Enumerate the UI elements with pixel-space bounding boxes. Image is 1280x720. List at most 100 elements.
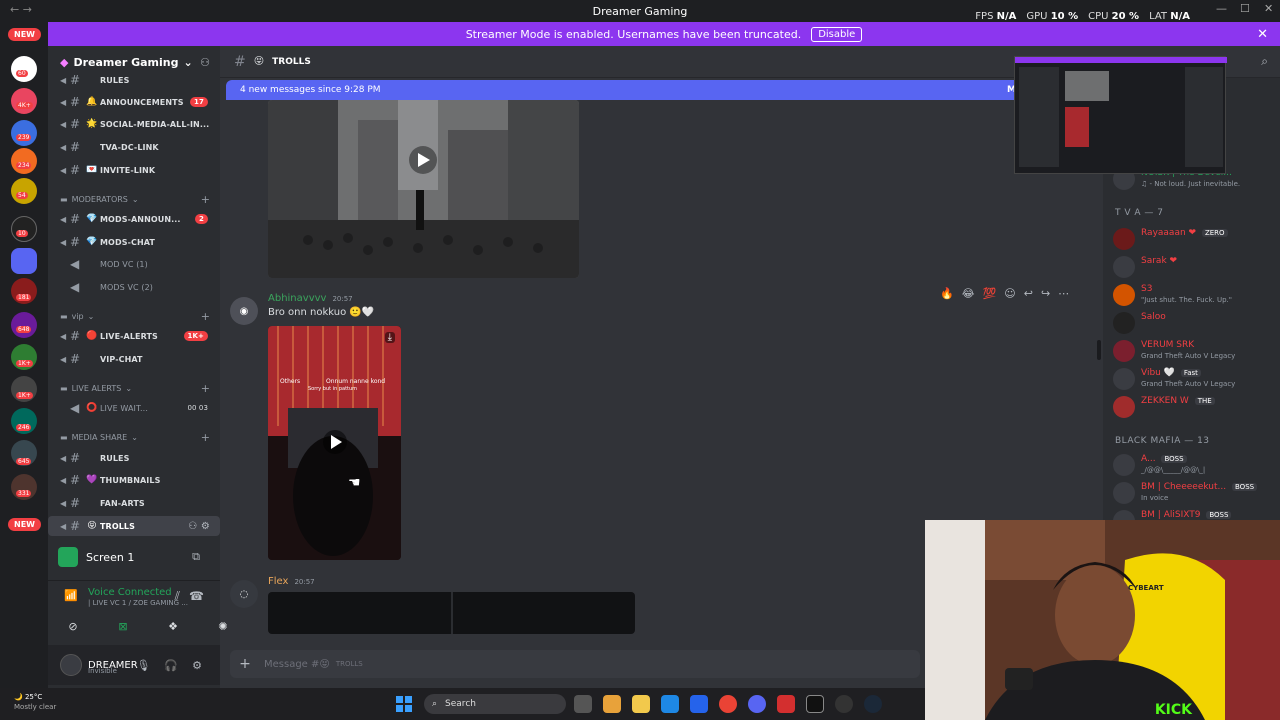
category-vip[interactable]: ▬ vip ⌄ + [60, 310, 210, 323]
composer-placeholder[interactable]: Message #😝 [264, 659, 330, 670]
adobe-icon[interactable] [777, 695, 795, 713]
soundboard-icon[interactable]: ✺ [208, 617, 238, 635]
more-options-icon[interactable]: ⋯ [1058, 287, 1069, 300]
add-channel-icon[interactable]: + [201, 382, 210, 395]
voice-channel-mod-vc-1[interactable]: ◀ MOD VC (1) [48, 254, 220, 274]
message-author[interactable]: Flex 20:57 [268, 576, 315, 587]
download-icon[interactable]: ⤓ [384, 332, 395, 343]
x-app-icon[interactable] [806, 695, 824, 713]
task-view-icon[interactable] [574, 695, 592, 713]
noise-suppression-icon[interactable]: ⫽ [175, 589, 180, 604]
add-channel-icon[interactable]: + [201, 193, 210, 206]
headphones-icon[interactable]: 🎧 [164, 659, 178, 672]
copilot-icon[interactable] [603, 695, 621, 713]
edge-icon[interactable] [661, 695, 679, 713]
channel-announcements[interactable]: ◀ # 🔔 ANNOUNCEMENTS 17 [48, 92, 220, 112]
server-icon[interactable] [11, 148, 37, 174]
voice-channel-mods-vc-2[interactable]: ◀ MODS VC (2) [48, 277, 220, 297]
channel-live-alerts[interactable]: ◀ # 🔴 LIVE-ALERTS 1K+ [48, 326, 220, 346]
minimize-icon[interactable]: — [1216, 2, 1227, 15]
steam-icon[interactable] [864, 695, 882, 713]
obs-icon[interactable] [835, 695, 853, 713]
store-icon[interactable] [690, 695, 708, 713]
activities-icon[interactable]: ❖ [158, 617, 188, 635]
server-icon[interactable] [11, 88, 37, 114]
banner-close-icon[interactable]: ✕ [1257, 27, 1268, 42]
avatar[interactable] [60, 654, 82, 676]
reply-icon[interactable]: ↩ [1024, 287, 1033, 300]
category-moderators[interactable]: ▬ MODERATORS ⌄ + [60, 193, 210, 206]
server-icon[interactable] [11, 120, 37, 146]
signal-icon[interactable]: 📶 [64, 589, 78, 602]
category-media-share[interactable]: ▬ MEDIA SHARE ⌄ + [60, 431, 210, 444]
back-forward-icon[interactable]: ← → [10, 3, 32, 16]
member-item[interactable]: Vibu 🤍 Fast Grand Theft Auto V Legacy [1113, 366, 1278, 392]
channel-rules[interactable]: ◀ # RULES [48, 70, 220, 90]
member-item[interactable]: S3 "Just shut. The. Fuck. Up." [1113, 282, 1278, 308]
voice-channel-name[interactable]: | LIVE VC 1 / ZOE GAMING ... [88, 599, 188, 607]
channel-invite-link[interactable]: ◀ # 💌 INVITE-LINK [48, 160, 220, 180]
channel-vip-chat[interactable]: ◀ # VIP-CHAT [48, 349, 220, 369]
member-item[interactable]: Rayaaaan ❤ ZERO [1113, 226, 1278, 252]
gear-icon[interactable]: ⚇ ⚙ [188, 521, 210, 532]
voice-status[interactable]: Voice Connected [88, 587, 172, 598]
microphone-icon[interactable]: 🎙 [136, 659, 150, 672]
weather-widget[interactable]: 🌙 25°C Mostly clear [14, 692, 56, 712]
reaction-hundred-icon[interactable]: 💯 [983, 287, 997, 300]
channel-fan-arts[interactable]: ◀ # FAN-ARTS [48, 493, 220, 513]
member-item[interactable]: Sarak ❤ [1113, 254, 1278, 280]
new-unread-pill[interactable]: NEW [8, 518, 41, 531]
channel-tva-dc-link[interactable]: ◀ # TVA-DC-LINK [48, 137, 220, 157]
add-attachment-icon[interactable]: + [238, 657, 252, 671]
member-item[interactable]: Saloo [1113, 310, 1278, 336]
server-icon[interactable] [11, 178, 37, 204]
message-author[interactable]: Abhinavvvv 20:57 [268, 293, 353, 304]
taskbar-search[interactable]: ⌕ Search [424, 694, 566, 714]
category-live-alerts[interactable]: ▬ LIVE ALERTS ⌄ + [60, 382, 210, 395]
server-icon[interactable] [11, 216, 37, 242]
member-item[interactable]: BM | Cheeeeekut... BOSS In voice [1113, 480, 1278, 506]
server-folder-icon[interactable] [11, 248, 37, 274]
member-item[interactable]: A... BOSS _/@@\_____/@@\_| [1113, 452, 1278, 478]
new-messages-bar[interactable]: 4 new messages since 9:28 PM M [226, 80, 1020, 100]
scrollbar[interactable] [1097, 340, 1101, 360]
camera-off-icon[interactable]: ⊘ [58, 617, 88, 635]
search-icon[interactable]: ⌕ [1261, 54, 1268, 69]
channel-trolls[interactable]: ◀ # 😝 TROLLS ⚇ ⚙ [48, 516, 220, 536]
reaction-fire-icon[interactable]: 🔥 [940, 287, 954, 300]
add-member-icon[interactable]: ⚇ [200, 56, 210, 69]
channel-social-media[interactable]: ◀ # 🌟 SOCIAL-MEDIA-ALL-IN... [48, 114, 220, 134]
member-item[interactable]: VERUM SRK Grand Theft Auto V Legacy [1113, 338, 1278, 364]
server-icon[interactable] [11, 56, 37, 82]
disable-button[interactable]: Disable [811, 26, 863, 42]
message-composer[interactable]: + Message #😝 TROLLS [230, 650, 920, 678]
windows-start-icon[interactable] [396, 696, 412, 712]
channel-mods-chat[interactable]: ◀ # 💎 MODS-CHAT [48, 232, 220, 252]
chrome-icon[interactable] [719, 695, 737, 713]
discord-icon[interactable] [748, 695, 766, 713]
video-attachment[interactable]: Others Onnum nanne kond Sorry but in pat… [268, 326, 401, 560]
screen-share-icon[interactable]: ⊠ [108, 617, 138, 635]
member-item[interactable]: ZEKKEN W THE [1113, 394, 1278, 420]
add-channel-icon[interactable]: + [201, 431, 210, 444]
maximize-icon[interactable]: ☐ [1240, 2, 1250, 15]
channel-mods-announcements[interactable]: ◀ # 💎 MODS-ANNOUN... 2 [48, 209, 220, 229]
new-unread-pill[interactable]: NEW [8, 28, 41, 41]
voice-channel-live-wait[interactable]: ◀ ⭕ LIVE WAIT... 00 03 [48, 398, 220, 418]
channel-media-rules[interactable]: ◀ # RULES [48, 448, 220, 468]
video-attachment[interactable] [268, 100, 579, 278]
forward-icon[interactable]: ↪ [1041, 287, 1050, 300]
server-icon[interactable] [11, 312, 37, 338]
settings-icon[interactable]: ⚙ [192, 659, 202, 672]
avatar[interactable]: ◌ [230, 580, 258, 608]
add-channel-icon[interactable]: + [201, 310, 210, 323]
channel-thumbnails[interactable]: ◀ # 💜 THUMBNAILS [48, 470, 220, 490]
close-window-icon[interactable]: ✕ [1264, 2, 1273, 15]
add-reaction-icon[interactable]: ☺ [1004, 287, 1015, 300]
image-attachment[interactable] [268, 592, 635, 634]
popout-icon[interactable]: ⧉ [192, 550, 200, 564]
reaction-laugh-icon[interactable]: 😂 [962, 287, 975, 300]
file-explorer-icon[interactable] [632, 695, 650, 713]
avatar[interactable]: ◉ [230, 297, 258, 325]
disconnect-icon[interactable]: ☎ [189, 589, 204, 603]
